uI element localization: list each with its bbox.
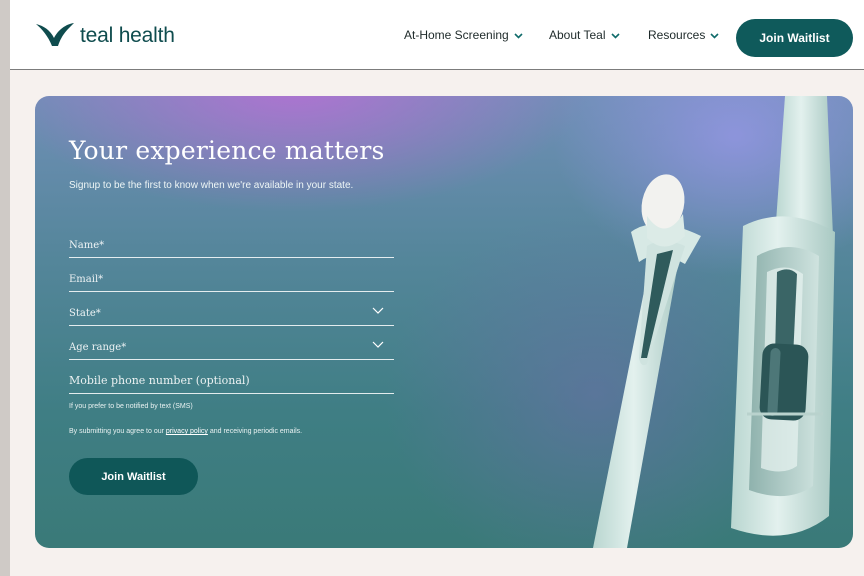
- chevron-down-icon: [514, 28, 523, 42]
- hero-title: Your experience matters: [69, 136, 385, 165]
- screening-device-image: [535, 96, 853, 548]
- phone-input[interactable]: [69, 374, 359, 387]
- age-range-select-label: Age range*: [69, 342, 127, 353]
- email-input[interactable]: [69, 274, 359, 285]
- state-select-label: State*: [69, 308, 101, 319]
- consent-text: By submitting you agree to our privacy p…: [69, 428, 302, 435]
- logo[interactable]: teal health: [34, 20, 175, 48]
- chevron-down-icon: [372, 301, 384, 319]
- chevron-down-icon: [372, 335, 384, 353]
- nav-label: At-Home Screening: [404, 28, 509, 42]
- nav-label: Resources: [648, 28, 706, 42]
- consent-suffix: and receiving periodic emails.: [207, 428, 303, 435]
- name-field: [69, 225, 394, 258]
- waitlist-hero: Your experience matters Signup to be the…: [35, 96, 853, 548]
- nav-label: About Teal: [549, 28, 606, 42]
- chevron-down-icon: [710, 28, 719, 42]
- nav-at-home-screening[interactable]: At-Home Screening: [404, 28, 523, 42]
- join-waitlist-submit-button[interactable]: Join Waitlist: [69, 458, 198, 495]
- state-select[interactable]: State*: [69, 293, 394, 326]
- site-header: teal health At-Home Screening About Teal…: [10, 0, 864, 70]
- join-waitlist-header-button[interactable]: Join Waitlist: [736, 19, 853, 57]
- browser-page: teal health At-Home Screening About Teal…: [10, 0, 864, 576]
- sms-note: If you prefer to be notified by text (SM…: [69, 403, 193, 410]
- age-range-select[interactable]: Age range*: [69, 327, 394, 360]
- hero-subtitle: Signup to be the first to know when we'r…: [69, 180, 354, 191]
- nav-resources[interactable]: Resources: [648, 28, 719, 42]
- chevron-down-icon: [610, 28, 620, 42]
- name-input[interactable]: [69, 240, 359, 251]
- consent-prefix: By submitting you agree to our: [69, 428, 166, 435]
- nav-about-teal[interactable]: About Teal: [549, 28, 620, 42]
- privacy-policy-link[interactable]: privacy policy: [166, 428, 208, 435]
- phone-field: [69, 361, 394, 394]
- bird-logo-icon: [34, 20, 76, 48]
- email-field: [69, 259, 394, 292]
- brand-name: teal health: [80, 24, 175, 47]
